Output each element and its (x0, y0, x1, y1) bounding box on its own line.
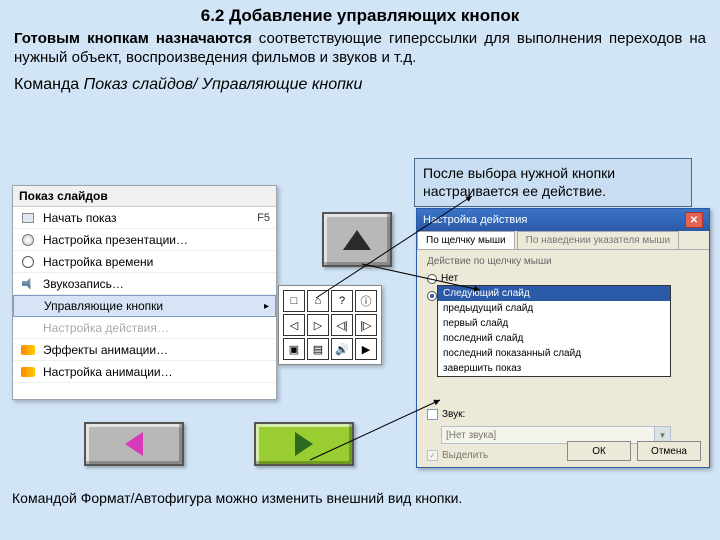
blank-icon (19, 320, 37, 336)
sub-btn-sound[interactable]: 🔊 (331, 338, 353, 360)
checkbox-label: Выделить (442, 450, 488, 461)
sound-checkbox[interactable]: Звук: (427, 409, 699, 420)
menu-label: Настройка презентации… (43, 233, 270, 247)
sound-icon (19, 276, 37, 292)
menu-item-action-settings: Настройка действия… (13, 317, 276, 339)
menu-item-setup[interactable]: Настройка презентации… (13, 229, 276, 251)
gear-icon (19, 232, 37, 248)
radio-none[interactable]: Нет (427, 273, 699, 284)
menu-label: Настройка действия… (43, 321, 270, 335)
menu-item-anim-effects[interactable]: Эффекты анимации… (13, 339, 276, 361)
radio-label: Нет (441, 273, 458, 284)
sample-button-back[interactable] (84, 422, 184, 466)
sub-btn-return[interactable]: ▣ (283, 338, 305, 360)
menu-item-sound[interactable]: Звукозапись… (13, 273, 276, 295)
dropdown-value: [Нет звука] (446, 430, 496, 441)
dialog-title: Настройка действия (423, 214, 527, 226)
sub-btn-info[interactable]: ⓘ (355, 290, 377, 312)
sub-btn-begin[interactable]: ◁| (331, 314, 353, 336)
action-settings-dialog: Настройка действия ✕ По щелчку мыши По н… (416, 208, 710, 468)
menu-shortcut: F5 (257, 212, 270, 224)
arrow-left-icon (125, 432, 143, 456)
tab-hover[interactable]: По наведении указателя мыши (517, 231, 679, 249)
menu-item-action-buttons[interactable]: Управляющие кнопки ▸ (13, 295, 276, 317)
dd-option[interactable]: предыдущий слайд (438, 301, 670, 316)
sub-btn-blank[interactable]: □ (283, 290, 305, 312)
clock-icon (19, 254, 37, 270)
intro-text: Готовым кнопкам назначаются соответствую… (0, 26, 720, 68)
intro-bold: Готовым кнопкам назначаются (14, 30, 252, 47)
dd-option[interactable]: последний показанный слайд (438, 346, 670, 361)
chevron-right-icon: ▸ (264, 301, 269, 312)
sub-btn-forward[interactable]: ▷ (307, 314, 329, 336)
anim-icon (19, 342, 37, 358)
dialog-tabs: По щелчку мыши По наведении указателя мы… (417, 231, 709, 250)
menu-label: Эффекты анимации… (43, 343, 270, 357)
anim-icon (19, 364, 37, 380)
menu-label: Начать показ (43, 211, 257, 225)
sub-btn-movie[interactable]: ▶ (355, 338, 377, 360)
checkbox-icon: ✓ (427, 450, 438, 461)
cancel-button[interactable]: Отмена (637, 441, 701, 461)
sub-btn-help[interactable]: ? (331, 290, 353, 312)
sub-btn-back[interactable]: ◁ (283, 314, 305, 336)
menu-item-timing[interactable]: Настройка времени (13, 251, 276, 273)
command-line: Команда Показ слайдов/ Управляющие кнопк… (0, 68, 720, 98)
slideshow-menu: Показ слайдов Начать показ F5 Настройка … (12, 185, 277, 400)
sub-btn-document[interactable]: ▤ (307, 338, 329, 360)
menu-label: Настройка времени (43, 255, 270, 269)
dialog-buttons: ОК Отмена (567, 441, 701, 461)
command-prefix: Команда (14, 76, 84, 93)
radio-icon (427, 274, 437, 284)
page-title: 6.2 Добавление управляющих кнопок (0, 0, 720, 26)
menu-title: Показ слайдов (13, 186, 276, 207)
dd-option[interactable]: Следующий слайд (438, 286, 670, 301)
menu-item-anim-setup[interactable]: Настройка анимации… (13, 361, 276, 383)
menu-label: Звукозапись… (43, 277, 270, 291)
sub-btn-end[interactable]: |▷ (355, 314, 377, 336)
dropdown-list: Следующий слайд предыдущий слайд первый … (437, 285, 671, 377)
section-label: Действие по щелчку мыши (427, 256, 699, 267)
blank-icon (20, 298, 38, 314)
ok-button[interactable]: ОК (567, 441, 631, 461)
sample-button-up[interactable] (322, 212, 392, 267)
sub-btn-home[interactable]: ⌂ (307, 290, 329, 312)
callout-text: После выбора нужной кнопки настраивается… (414, 158, 692, 207)
radio-icon (427, 291, 437, 301)
menu-item-start[interactable]: Начать показ F5 (13, 207, 276, 229)
command-path: Показ слайдов/ Управляющие кнопки (84, 76, 363, 93)
checkbox-icon (427, 409, 438, 420)
sample-button-forward[interactable] (254, 422, 354, 466)
bottom-note: Командой Формат/Автофигура можно изменит… (12, 490, 462, 508)
play-icon (19, 210, 37, 226)
action-buttons-submenu: □ ⌂ ? ⓘ ◁ ▷ ◁| |▷ ▣ ▤ 🔊 ▶ (278, 285, 382, 365)
close-button[interactable]: ✕ (685, 212, 703, 228)
arrow-up-icon (343, 230, 371, 250)
menu-label: Настройка анимации… (43, 365, 270, 379)
dd-option[interactable]: последний слайд (438, 331, 670, 346)
menu-label: Управляющие кнопки (44, 299, 258, 313)
checkbox-label: Звук: (442, 409, 465, 420)
dd-option[interactable]: первый слайд (438, 316, 670, 331)
tab-click[interactable]: По щелчку мыши (417, 231, 515, 249)
arrow-right-icon (295, 432, 313, 456)
dialog-title-bar: Настройка действия ✕ (417, 209, 709, 231)
dd-option[interactable]: завершить показ (438, 361, 670, 376)
